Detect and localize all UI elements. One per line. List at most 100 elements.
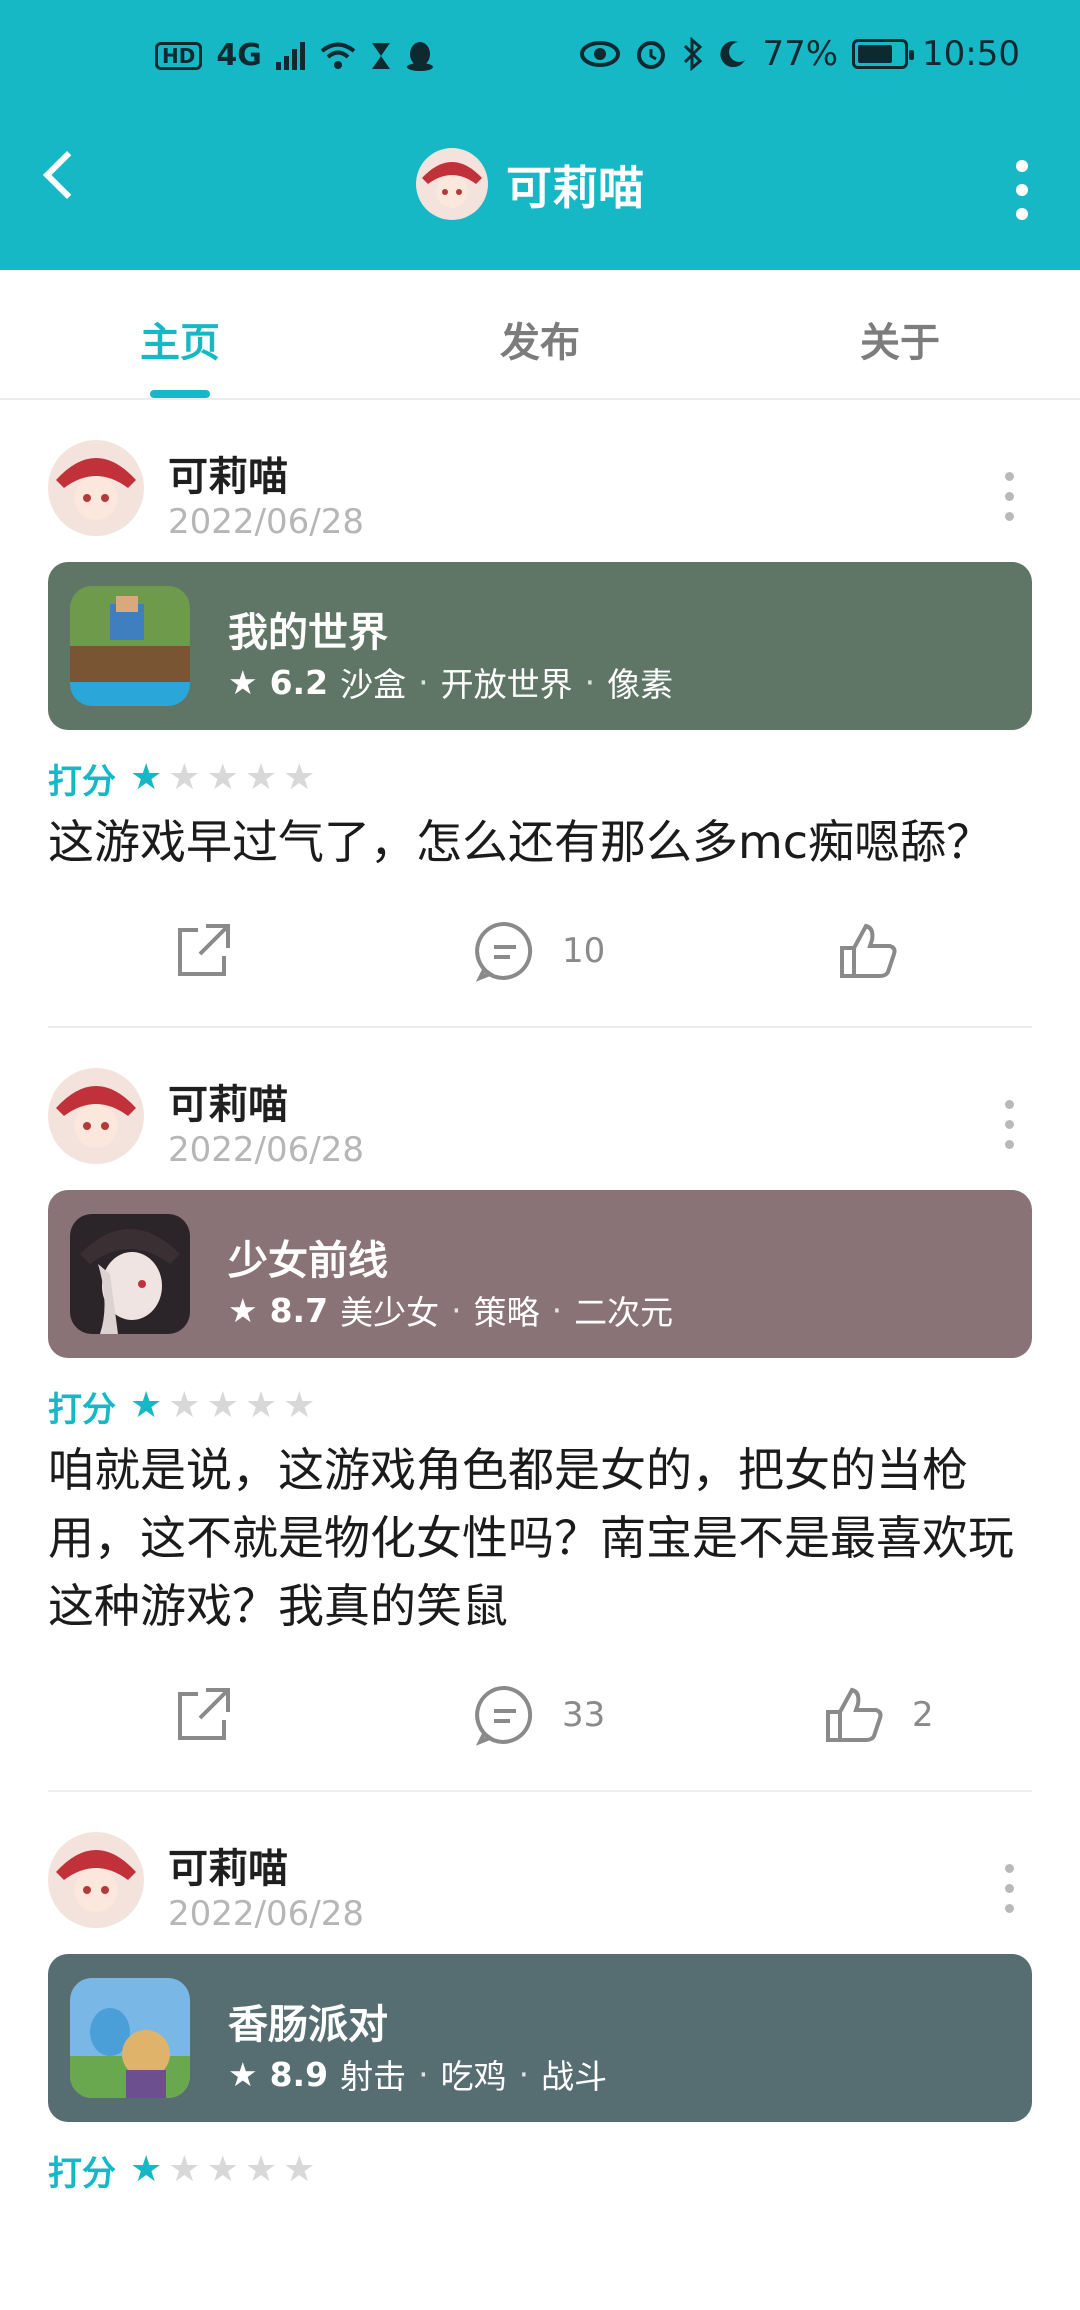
star-icon: ★ xyxy=(283,2149,316,2190)
star-icon: ★ xyxy=(130,2149,163,2190)
like-count: 2 xyxy=(912,1695,934,1735)
wifi-icon xyxy=(320,42,356,69)
feed: 可莉喵 2022/06/28 我的世界 ★ 6.2 沙盒 · 开放世界 · 像素 xyxy=(0,400,1080,2194)
game-icon xyxy=(70,1214,190,1334)
eye-icon xyxy=(580,41,621,67)
list-item: 可莉喵 2022/06/28 我的世界 ★ 6.2 沙盒 · 开放世界 · 像素 xyxy=(0,400,1080,1028)
clock: 10:50 xyxy=(922,34,1020,74)
game-icon xyxy=(70,586,190,706)
star-icon: ★ xyxy=(168,2149,201,2190)
game-tag: 二次元 xyxy=(574,1293,674,1332)
star-icon: ★ xyxy=(244,757,278,798)
game-tag: 战斗 xyxy=(541,2057,608,2096)
share-button[interactable] xyxy=(172,920,234,982)
thumbs-up-icon xyxy=(840,923,897,978)
rating: 打分 ★ ★ ★ ★ ★ xyxy=(48,1384,1032,1430)
comment-icon xyxy=(475,921,533,982)
game-tag: 像素 xyxy=(607,665,674,704)
hd-badge: HD xyxy=(155,41,203,70)
signal-icon xyxy=(275,41,305,70)
post-username[interactable]: 可莉喵 xyxy=(168,1072,288,1130)
comment-icon xyxy=(475,1685,533,1746)
rating: 打分 ★ ★ ★ ★ ★ xyxy=(48,756,1032,802)
more-vertical-icon[interactable] xyxy=(1005,1100,1014,1149)
avatar[interactable] xyxy=(48,1832,144,1928)
game-tag: 美少女 xyxy=(340,1293,440,1332)
post-date: 2022/06/28 xyxy=(168,1894,364,1934)
game-score: 8.7 xyxy=(269,1290,329,1330)
rating: 打分 ★ ★ ★ ★ ★ xyxy=(48,2148,1032,2194)
post-content[interactable]: 这游戏早过气了，怎么还有那么多mc痴嗯舔？ xyxy=(48,808,1032,876)
game-name: 我的世界 xyxy=(228,610,388,656)
star-icon: ★ xyxy=(244,2149,278,2190)
tab-home[interactable]: 主页 xyxy=(0,270,360,398)
comment-button[interactable]: 33 xyxy=(474,1684,605,1746)
game-name: 香肠派对 xyxy=(228,2002,388,2048)
comment-count: 33 xyxy=(562,1695,606,1735)
star-icon: ★ xyxy=(244,1385,278,1426)
star-icon: ★ xyxy=(130,1385,163,1426)
status-right: 77% 10:50 xyxy=(580,34,1020,74)
alarm-icon xyxy=(637,41,666,69)
game-tag: 策略 xyxy=(473,1293,540,1332)
rating-label: 打分 xyxy=(48,1389,116,1430)
share-icon xyxy=(178,1688,230,1740)
tab-about[interactable]: 关于 xyxy=(720,270,1080,398)
comment-button[interactable]: 10 xyxy=(474,920,605,982)
like-button[interactable]: 2 xyxy=(824,1684,934,1746)
post-actions: 33 2 xyxy=(48,1640,1032,1790)
star-icon: ★ xyxy=(283,1385,316,1426)
post-username[interactable]: 可莉喵 xyxy=(168,444,288,502)
post-username[interactable]: 可莉喵 xyxy=(168,1836,288,1894)
game-meta: ★ 6.2 沙盒 · 开放世界 · 像素 xyxy=(228,658,673,706)
app-header: HD 4G 77% 10:50 可莉喵 xyxy=(0,0,1080,270)
battery-percent: 77% xyxy=(762,34,839,74)
game-tag: 吃鸡 xyxy=(440,2057,507,2096)
list-item: 可莉喵 2022/06/28 少女前线 ★ 8.7 美少女 · 策略 · 二次元 xyxy=(0,1028,1080,1792)
game-tag: 沙盒 xyxy=(340,665,407,704)
list-item: 可莉喵 2022/06/28 香肠派对 ★ 8.9 射击 · 吃鸡 · 战斗 打… xyxy=(0,1792,1080,2194)
rating-label: 打分 xyxy=(48,2153,116,2194)
star-icon: ★ xyxy=(228,2054,258,2094)
post-content[interactable]: 咱就是说，这游戏角色都是女的，把女的当枪用，这不就是物化女性吗？南宝是不是最喜欢… xyxy=(48,1436,1032,1640)
bluetooth-icon xyxy=(684,37,703,71)
moon-icon xyxy=(720,41,746,68)
avatar[interactable] xyxy=(416,148,488,220)
game-name: 少女前线 xyxy=(228,1238,388,1284)
network-badge: 4G xyxy=(216,38,262,73)
rating-label: 打分 xyxy=(48,761,116,802)
back-arrow-icon[interactable] xyxy=(42,150,92,200)
avatar[interactable] xyxy=(48,1068,144,1164)
tab-posts[interactable]: 发布 xyxy=(360,270,720,398)
post-actions: 10 xyxy=(48,876,1032,1026)
star-icon: ★ xyxy=(206,757,239,798)
game-meta: ★ 8.7 美少女 · 策略 · 二次元 xyxy=(228,1286,673,1334)
game-score: 8.9 xyxy=(269,2054,329,2094)
more-vertical-icon[interactable] xyxy=(1005,472,1014,521)
comment-count: 10 xyxy=(562,931,606,971)
game-icon xyxy=(70,1978,190,2098)
game-tag: 开放世界 xyxy=(440,665,573,704)
game-score: 6.2 xyxy=(269,662,329,702)
star-icon: ★ xyxy=(130,757,163,798)
more-vertical-icon[interactable] xyxy=(1005,1864,1014,1913)
battery-icon xyxy=(852,39,915,69)
like-button[interactable] xyxy=(838,920,926,982)
game-card[interactable]: 少女前线 ★ 8.7 美少女 · 策略 · 二次元 xyxy=(48,1190,1032,1358)
game-card[interactable]: 我的世界 ★ 6.2 沙盒 · 开放世界 · 像素 xyxy=(48,562,1032,730)
status-left: HD 4G xyxy=(155,38,434,73)
more-vertical-icon[interactable] xyxy=(1016,160,1028,220)
avatar[interactable] xyxy=(48,440,144,536)
share-icon xyxy=(178,924,230,976)
game-card[interactable]: 香肠派对 ★ 8.9 射击 · 吃鸡 · 战斗 xyxy=(48,1954,1032,2122)
qq-icon xyxy=(406,41,433,71)
star-icon: ★ xyxy=(283,757,316,798)
star-icon: ★ xyxy=(168,1385,201,1426)
hourglass-icon xyxy=(371,42,390,69)
star-icon: ★ xyxy=(206,1385,239,1426)
page-title: 可莉喵 xyxy=(506,161,644,215)
post-date: 2022/06/28 xyxy=(168,1130,364,1170)
star-icon: ★ xyxy=(168,757,201,798)
star-icon: ★ xyxy=(228,662,258,702)
share-button[interactable] xyxy=(172,1684,234,1746)
